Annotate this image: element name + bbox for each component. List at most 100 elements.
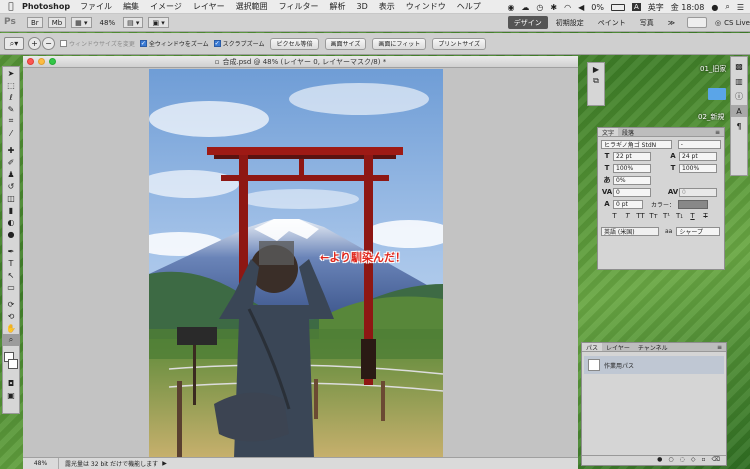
info-icon[interactable]: ⓘ bbox=[731, 90, 747, 102]
fit-screen-button[interactable]: 画面サイズ bbox=[324, 37, 367, 50]
dodge-tool-icon[interactable]: ● bbox=[3, 228, 19, 240]
zoom-in-icon[interactable]: + bbox=[28, 37, 41, 50]
small-caps-icon[interactable]: Tт bbox=[649, 212, 658, 220]
menu-filter[interactable]: フィルター bbox=[279, 1, 319, 12]
baseline-shift-field[interactable]: 0 pt bbox=[613, 199, 643, 209]
desktop-file-1[interactable]: 01_旧家 bbox=[700, 64, 726, 74]
quick-select-tool-icon[interactable]: ✎ bbox=[3, 103, 19, 115]
3d-rotate-icon[interactable]: ⟳ bbox=[3, 298, 19, 310]
adjustments-icon[interactable]: ▥ bbox=[731, 75, 747, 87]
play-panel-icon[interactable]: ▶ bbox=[588, 63, 604, 75]
lasso-tool-icon[interactable]: ℓ bbox=[3, 91, 19, 103]
underline-icon[interactable]: T bbox=[688, 212, 697, 220]
color-panel-icon[interactable]: ▩ bbox=[731, 60, 747, 72]
all-caps-icon[interactable]: TT bbox=[636, 212, 645, 220]
volume-icon[interactable]: ◀ bbox=[578, 3, 584, 12]
zoom-level-select[interactable]: 48% bbox=[97, 17, 119, 28]
zoom-out-icon[interactable]: − bbox=[42, 37, 55, 50]
tsume-field[interactable]: 0% bbox=[613, 175, 651, 185]
tab-character[interactable]: 文字 bbox=[598, 128, 619, 137]
healing-brush-icon[interactable]: ✚ bbox=[3, 144, 19, 156]
move-tool-icon[interactable]: ➤ bbox=[3, 67, 19, 79]
language-select[interactable]: 英語 (米国) bbox=[601, 226, 659, 236]
minimize-icon[interactable] bbox=[38, 58, 45, 65]
eraser-tool-icon[interactable]: ◫ bbox=[3, 192, 19, 204]
eyedropper-tool-icon[interactable]: ⁄ bbox=[3, 127, 19, 139]
folder-icon[interactable] bbox=[708, 88, 726, 100]
apple-icon[interactable]:  bbox=[0, 2, 22, 12]
menu-layer[interactable]: レイヤー bbox=[193, 1, 225, 12]
pen-tool-icon[interactable]: ✒ bbox=[3, 245, 19, 257]
zoom-icon[interactable] bbox=[49, 58, 56, 65]
paragraph-panel-icon[interactable]: ¶ bbox=[731, 120, 747, 132]
ime-label[interactable]: 英字 bbox=[648, 2, 664, 13]
bluetooth-icon[interactable]: ✱ bbox=[550, 3, 557, 12]
scrubby-zoom-checkbox[interactable]: ✓ スクラブズーム bbox=[213, 39, 264, 48]
paths-panel-menu-icon[interactable]: ≡ bbox=[713, 343, 726, 351]
quick-mask-icon[interactable]: ◘ bbox=[3, 377, 19, 389]
tab-layers[interactable]: レイヤー bbox=[602, 343, 634, 352]
antialias-select[interactable]: シャープ bbox=[676, 226, 721, 236]
3d-camera-icon[interactable]: ⟲ bbox=[3, 310, 19, 322]
text-color-swatch[interactable] bbox=[678, 199, 709, 209]
clone-stamp-icon[interactable]: ♟ bbox=[3, 168, 19, 180]
battery-percent[interactable]: 0% bbox=[591, 3, 604, 12]
cs-live-button[interactable]: ◎ CS Live bbox=[715, 19, 750, 27]
font-style-select[interactable]: - bbox=[677, 139, 721, 149]
spotlight-icon[interactable]: ⌕ bbox=[725, 2, 729, 12]
arrange-docs-button[interactable]: ▤ ▾ bbox=[123, 17, 144, 28]
shape-tool-icon[interactable]: ▭ bbox=[3, 281, 19, 293]
zoom-all-checkbox[interactable]: ✓ 全ウィンドウをズーム bbox=[139, 39, 209, 48]
tab-paragraph[interactable]: 段落 bbox=[618, 128, 638, 137]
type-tool-icon[interactable]: T bbox=[3, 257, 19, 269]
view-extras-button[interactable]: ▦ ▾ bbox=[71, 17, 92, 28]
menu-view[interactable]: 表示 bbox=[379, 1, 395, 12]
menu-image[interactable]: イメージ bbox=[150, 1, 182, 12]
tab-channels[interactable]: チャンネル bbox=[634, 343, 672, 352]
menu-analysis[interactable]: 解析 bbox=[330, 1, 346, 12]
bridge-button[interactable]: Br bbox=[27, 17, 43, 28]
zoom-tool-icon[interactable]: ⌕ bbox=[3, 334, 19, 346]
actual-pixels-button[interactable]: ピクセル等倍 bbox=[270, 37, 319, 50]
eye-icon[interactable]: ◉ bbox=[507, 3, 514, 12]
leading-field[interactable]: 24 pt bbox=[679, 151, 717, 161]
menu-edit[interactable]: 編集 bbox=[123, 1, 139, 12]
desktop-file-2[interactable]: 02_新規 bbox=[698, 112, 724, 122]
char-panel-icon[interactable]: A bbox=[731, 105, 747, 117]
resize-windows-checkbox[interactable]: ウィンドウサイズを変更 bbox=[60, 39, 135, 48]
tracking-field[interactable]: 0 bbox=[613, 187, 651, 197]
minibridge-button[interactable]: Mb bbox=[47, 17, 67, 28]
clone-source-icon[interactable]: ⧉ bbox=[588, 75, 604, 87]
brush-tool-icon[interactable]: ✐ bbox=[3, 156, 19, 168]
document-titlebar[interactable]: ▫ 合成.psd @ 48% (レイヤー 0, レイヤーマスク/8) * bbox=[23, 56, 578, 68]
user-icon[interactable]: ● bbox=[711, 3, 718, 12]
crop-tool-icon[interactable]: ⌗ bbox=[3, 115, 19, 127]
make-path-icon[interactable]: ◇ bbox=[691, 456, 696, 465]
search-field[interactable] bbox=[687, 17, 708, 28]
menu-file[interactable]: ファイル bbox=[80, 1, 112, 12]
fill-screen-button[interactable]: 画面にフィット bbox=[372, 37, 427, 50]
ime-icon[interactable]: A bbox=[631, 3, 641, 11]
workspace-photography[interactable]: 写真 bbox=[634, 16, 660, 29]
font-size-field[interactable]: 22 pt bbox=[613, 151, 651, 161]
screen-mode-icon[interactable]: ▣ bbox=[3, 389, 19, 401]
screen-mode-button[interactable]: ▣ ▾ bbox=[148, 17, 169, 28]
workspace-more[interactable]: ≫ bbox=[662, 16, 681, 29]
fill-path-icon[interactable]: ● bbox=[657, 456, 662, 465]
faux-italic-icon[interactable]: T bbox=[623, 212, 632, 220]
path-select-icon[interactable]: ↖ bbox=[3, 269, 19, 281]
menu-help[interactable]: ヘルプ bbox=[457, 1, 481, 12]
gradient-tool-icon[interactable]: ▮ bbox=[3, 204, 19, 216]
battery-icon[interactable] bbox=[610, 3, 625, 11]
blur-tool-icon[interactable]: ◐ bbox=[3, 216, 19, 228]
workspace-painting[interactable]: ペイント bbox=[592, 16, 632, 29]
vertical-scale-field[interactable]: 100% bbox=[613, 163, 651, 173]
wifi-icon[interactable]: ◠ bbox=[564, 3, 571, 12]
font-family-select[interactable]: ヒラギノ角ゴ StdN bbox=[601, 139, 672, 149]
print-size-button[interactable]: プリントサイズ bbox=[432, 37, 487, 50]
workspace-essentials[interactable]: 初期設定 bbox=[550, 16, 590, 29]
cloud-icon[interactable]: ☁ bbox=[521, 3, 529, 12]
list-icon[interactable]: ☰ bbox=[737, 3, 744, 12]
subscript-icon[interactable]: T₁ bbox=[675, 212, 684, 220]
menu-select[interactable]: 選択範囲 bbox=[236, 1, 268, 12]
